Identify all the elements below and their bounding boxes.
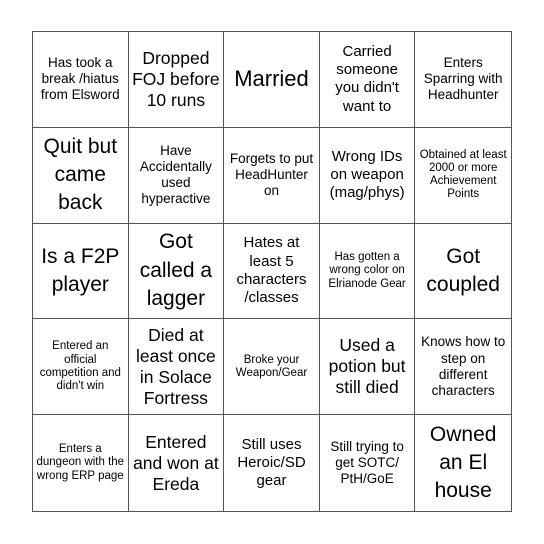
bingo-cell[interactable]: Owned an El house — [415, 415, 511, 511]
bingo-cell[interactable]: Obtained at least 2000 or more Achieveme… — [415, 128, 511, 224]
bingo-cell[interactable]: Married — [224, 32, 320, 128]
bingo-cell[interactable]: Wrong IDs on weapon (mag/phys) — [319, 127, 416, 224]
bingo-cell[interactable]: Enters a dungeon with the wrong ERP page — [33, 415, 129, 511]
bingo-cell[interactable]: Still trying to get SOTC/ PtH/GoE — [320, 415, 416, 511]
bingo-cell[interactable]: Enters Sparring with Headhunter — [415, 32, 511, 128]
bingo-cell[interactable]: Quit but came back — [33, 127, 129, 224]
bingo-cell[interactable]: Hates at least 5 characters /classes — [224, 223, 320, 320]
bingo-cell[interactable]: Knows how to step on different character… — [415, 319, 511, 416]
bingo-cell[interactable]: Broke your Weapon/Gear — [224, 319, 320, 416]
bingo-cell[interactable]: Has took a break /hiatus from Elsword — [33, 32, 129, 128]
bingo-cell[interactable]: Got coupled — [415, 224, 511, 320]
bingo-cell[interactable]: Forgets to put HeadHunter on — [224, 127, 320, 224]
bingo-cell[interactable]: Have Accidentally used hyperactive — [128, 127, 225, 224]
bingo-cell[interactable]: Entered and won at Ereda — [129, 415, 225, 511]
bingo-cell[interactable]: Is a F2P player — [33, 223, 129, 320]
bingo-cell[interactable]: Entered an official competition and didn… — [33, 319, 129, 416]
bingo-cell[interactable]: Died at least once in Solace Fortress — [128, 319, 225, 416]
bingo-cell[interactable]: Carried someone you didn't want to — [319, 32, 416, 128]
bingo-cell[interactable]: Got called a lagger — [128, 223, 225, 320]
bingo-cell[interactable]: Dropped FOJ before 10 runs — [128, 32, 225, 128]
bingo-cell[interactable]: Used a potion but still died — [319, 319, 416, 416]
bingo-cell[interactable]: Has gotten a wrong color on Elrianode Ge… — [319, 223, 416, 320]
bingo-board: Has took a break /hiatus from Elsword Dr… — [32, 31, 512, 512]
bingo-cell[interactable]: Still uses Heroic/SD gear — [224, 415, 320, 511]
